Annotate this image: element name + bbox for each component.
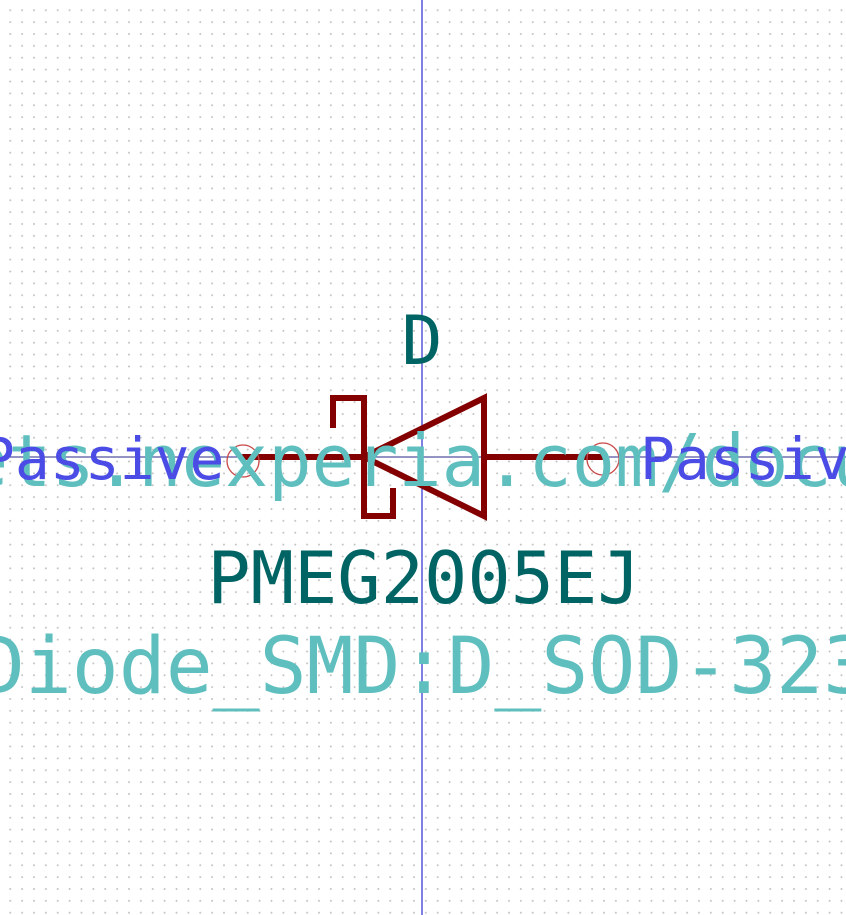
pin-right-type-label: Passive	[640, 425, 846, 493]
footprint-field[interactable]: Diode_SMD:D_SOD-323	[0, 622, 846, 712]
symbol-preview[interactable]: https://assets.nexperia.com/documents/da…	[0, 0, 846, 915]
value-field[interactable]: PMEG2005EJ	[207, 536, 640, 620]
pin-left-type-label: Passive	[0, 425, 224, 493]
schematic-canvas[interactable]: https://assets.nexperia.com/documents/da…	[0, 0, 846, 915]
reference-field[interactable]: D	[402, 302, 443, 381]
